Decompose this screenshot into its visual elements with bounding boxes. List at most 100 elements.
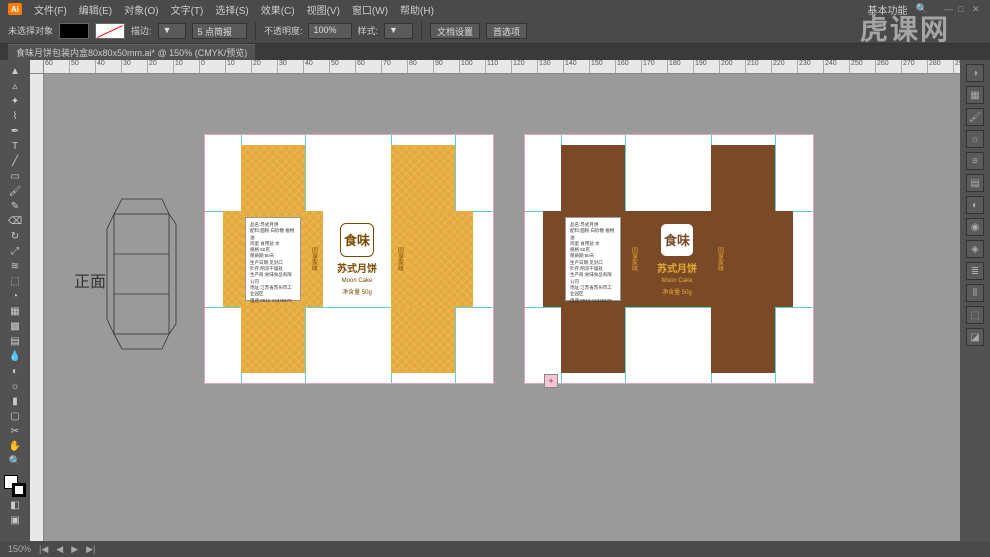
close-icon[interactable]: ✕ (972, 4, 982, 14)
mesh-tool-icon[interactable]: ▩ (9, 319, 22, 333)
artboard-1: 品名:苏式月饼 配料:面粉 白砂糖 植物油 鸡蛋 食用盐 水 规格:50克 保质… (204, 134, 494, 384)
fill-swatch[interactable] (59, 23, 89, 39)
document-tab-strip: 食味月饼包装内盒80x80x50mm.ai* @ 150% (CMYK/预览) (0, 44, 990, 60)
appearance-panel-icon[interactable]: ◉ (966, 218, 984, 236)
nutrition-info-panel: 品名:苏式月饼 配料:面粉 白砂糖 植物油 鸡蛋 食用盐 水 规格:50克 保质… (245, 217, 301, 301)
align-panel-icon[interactable]: ⫴ (966, 284, 984, 302)
product-name: 苏式月饼 (657, 260, 697, 275)
side-text-right: 同享家味 (711, 211, 729, 307)
rotate-tool-icon[interactable]: ↻ (9, 229, 22, 243)
minimize-icon[interactable]: — (944, 4, 954, 14)
free-transform-tool-icon[interactable]: ⬚ (9, 274, 22, 288)
product-name: 苏式月饼 (337, 260, 377, 275)
product-name-en: Moon Cake (662, 278, 693, 284)
menu-type[interactable]: 文字(T) (171, 2, 204, 17)
graphic-styles-panel-icon[interactable]: ◈ (966, 240, 984, 258)
control-bar: 未选择对象 描边: ▼ 5 点简报 不透明度: 100% 样式: ▼ 文档设置 … (0, 18, 990, 44)
direct-select-tool-icon[interactable]: ▵ (9, 79, 22, 93)
menu-window[interactable]: 窗口(W) (352, 2, 388, 17)
maximize-icon[interactable]: □ (958, 4, 968, 14)
scale-tool-icon[interactable]: ⤢ (9, 244, 22, 258)
pencil-tool-icon[interactable]: ✎ (9, 199, 22, 213)
pathfinder-panel-icon[interactable]: ◪ (966, 328, 984, 346)
search-icon[interactable]: 🔍 (916, 4, 928, 15)
opacity-label: 不透明度: (264, 24, 303, 37)
perspective-tool-icon[interactable]: ▦ (9, 304, 22, 318)
artboard-nav-last-icon[interactable]: ▶| (86, 544, 95, 555)
net-weight: 净含量 50g (662, 287, 692, 296)
zoom-tool-icon[interactable]: 🔍 (9, 454, 22, 468)
line-tool-icon[interactable]: ╱ (9, 154, 22, 168)
artboard-nav-next-icon[interactable]: ▶ (71, 544, 78, 555)
stroke-profile-dropdown[interactable]: 5 点简报 (192, 23, 247, 39)
menu-bar: Ai 文件(F) 编辑(E) 对象(O) 文字(T) 选择(S) 效果(C) 视… (0, 0, 990, 18)
net-weight: 净含量 50g (342, 287, 372, 296)
menu-edit[interactable]: 编辑(E) (79, 2, 112, 17)
gradient-tool-icon[interactable]: ▤ (9, 334, 22, 348)
prefs-button[interactable]: 首选项 (486, 23, 527, 39)
ruler-vertical[interactable] (30, 74, 44, 541)
brushes-panel-icon[interactable]: 🖌 (966, 108, 984, 126)
hand-tool-icon[interactable]: ✋ (9, 439, 22, 453)
menu-effect[interactable]: 效果(C) (261, 2, 295, 17)
doc-setup-button[interactable]: 文档设置 (430, 23, 480, 39)
toolbox: ▲ ▵ ✦ ⌇ ✒ T ╱ ▭ 🖌 ✎ ⌫ ↻ ⤢ ≋ ⬚ ◔ ▦ ▩ ▤ 💧 … (0, 60, 30, 541)
opacity-dropdown[interactable]: 100% (308, 23, 351, 39)
style-dropdown[interactable]: ▼ (384, 23, 413, 39)
document-tab[interactable]: 食味月饼包装内盒80x80x50mm.ai* @ 150% (CMYK/预览) (8, 44, 255, 60)
stroke-label: 描边: (131, 24, 152, 37)
menu-view[interactable]: 视图(V) (307, 2, 340, 17)
stroke-panel-icon[interactable]: ≡ (966, 152, 984, 170)
brush-tool-icon[interactable]: 🖌 (9, 184, 22, 198)
screen-mode-icon[interactable]: ▣ (9, 513, 22, 527)
style-label: 样式: (358, 24, 379, 37)
pen-tool-icon[interactable]: ✒ (9, 124, 22, 138)
artboard-nav-first-icon[interactable]: |◀ (39, 544, 48, 555)
brand-logo: 食味 (660, 223, 694, 257)
symbols-panel-icon[interactable]: ☼ (966, 130, 984, 148)
lasso-tool-icon[interactable]: ⌇ (9, 109, 22, 123)
status-bar: 150% |◀ ◀ ▶ ▶| (0, 541, 990, 557)
zoom-level[interactable]: 150% (8, 544, 31, 554)
workspace: 6050403020100102030405060708090100110120… (30, 60, 960, 541)
transform-panel-icon[interactable]: ⬚ (966, 306, 984, 324)
dieline-sketch (104, 174, 179, 374)
swatches-panel-icon[interactable]: ▦ (966, 86, 984, 104)
blend-tool-icon[interactable]: ◐ (9, 364, 22, 378)
canvas[interactable]: 正面 (44, 74, 960, 541)
layers-panel-icon[interactable]: ≣ (966, 262, 984, 280)
menu-select[interactable]: 选择(S) (215, 2, 248, 17)
stroke-weight-dropdown[interactable]: ▼ (158, 23, 187, 39)
eyedropper-tool-icon[interactable]: 💧 (9, 349, 22, 363)
nutrition-info-panel: 品名:苏式月饼 配料:面粉 白砂糖 植物油 鸡蛋 食用盐 水 规格:50克 保质… (565, 217, 621, 301)
ruler-origin[interactable] (30, 60, 44, 74)
eraser-tool-icon[interactable]: ⌫ (9, 214, 22, 228)
color-panel-icon[interactable]: ◑ (966, 64, 984, 82)
gradient-panel-icon[interactable]: ▤ (966, 174, 984, 192)
fill-stroke-control[interactable] (4, 475, 26, 497)
artboard-nav-prev-icon[interactable]: ◀ (56, 544, 63, 555)
front-face-label: 正面 (74, 268, 106, 292)
menu-help[interactable]: 帮助(H) (400, 2, 434, 17)
menu-object[interactable]: 对象(O) (124, 2, 158, 17)
brand-logo: 食味 (340, 223, 374, 257)
side-text-right: 同享家味 (391, 211, 409, 307)
stroke-swatch[interactable] (95, 23, 125, 39)
width-tool-icon[interactable]: ≋ (9, 259, 22, 273)
magic-wand-tool-icon[interactable]: ✦ (9, 94, 22, 108)
graph-tool-icon[interactable]: ▮ (9, 394, 22, 408)
ruler-horizontal[interactable]: 6050403020100102030405060708090100110120… (44, 60, 960, 74)
workspace-switcher[interactable]: 基本功能 (868, 2, 908, 17)
slice-tool-icon[interactable]: ✂ (9, 424, 22, 438)
color-mode-icon[interactable]: ◧ (9, 498, 22, 512)
app-logo-icon: Ai (8, 3, 22, 15)
type-tool-icon[interactable]: T (9, 139, 22, 153)
menu-file[interactable]: 文件(F) (34, 2, 67, 17)
artboard-tool-icon[interactable]: ▢ (9, 409, 22, 423)
symbol-tool-icon[interactable]: ☼ (9, 379, 22, 393)
selection-tool-icon[interactable]: ▲ (9, 64, 22, 78)
rectangle-tool-icon[interactable]: ▭ (9, 169, 22, 183)
transparency-panel-icon[interactable]: ◐ (966, 196, 984, 214)
shape-builder-tool-icon[interactable]: ◔ (9, 289, 22, 303)
product-name-en: Moon Cake (342, 278, 373, 284)
